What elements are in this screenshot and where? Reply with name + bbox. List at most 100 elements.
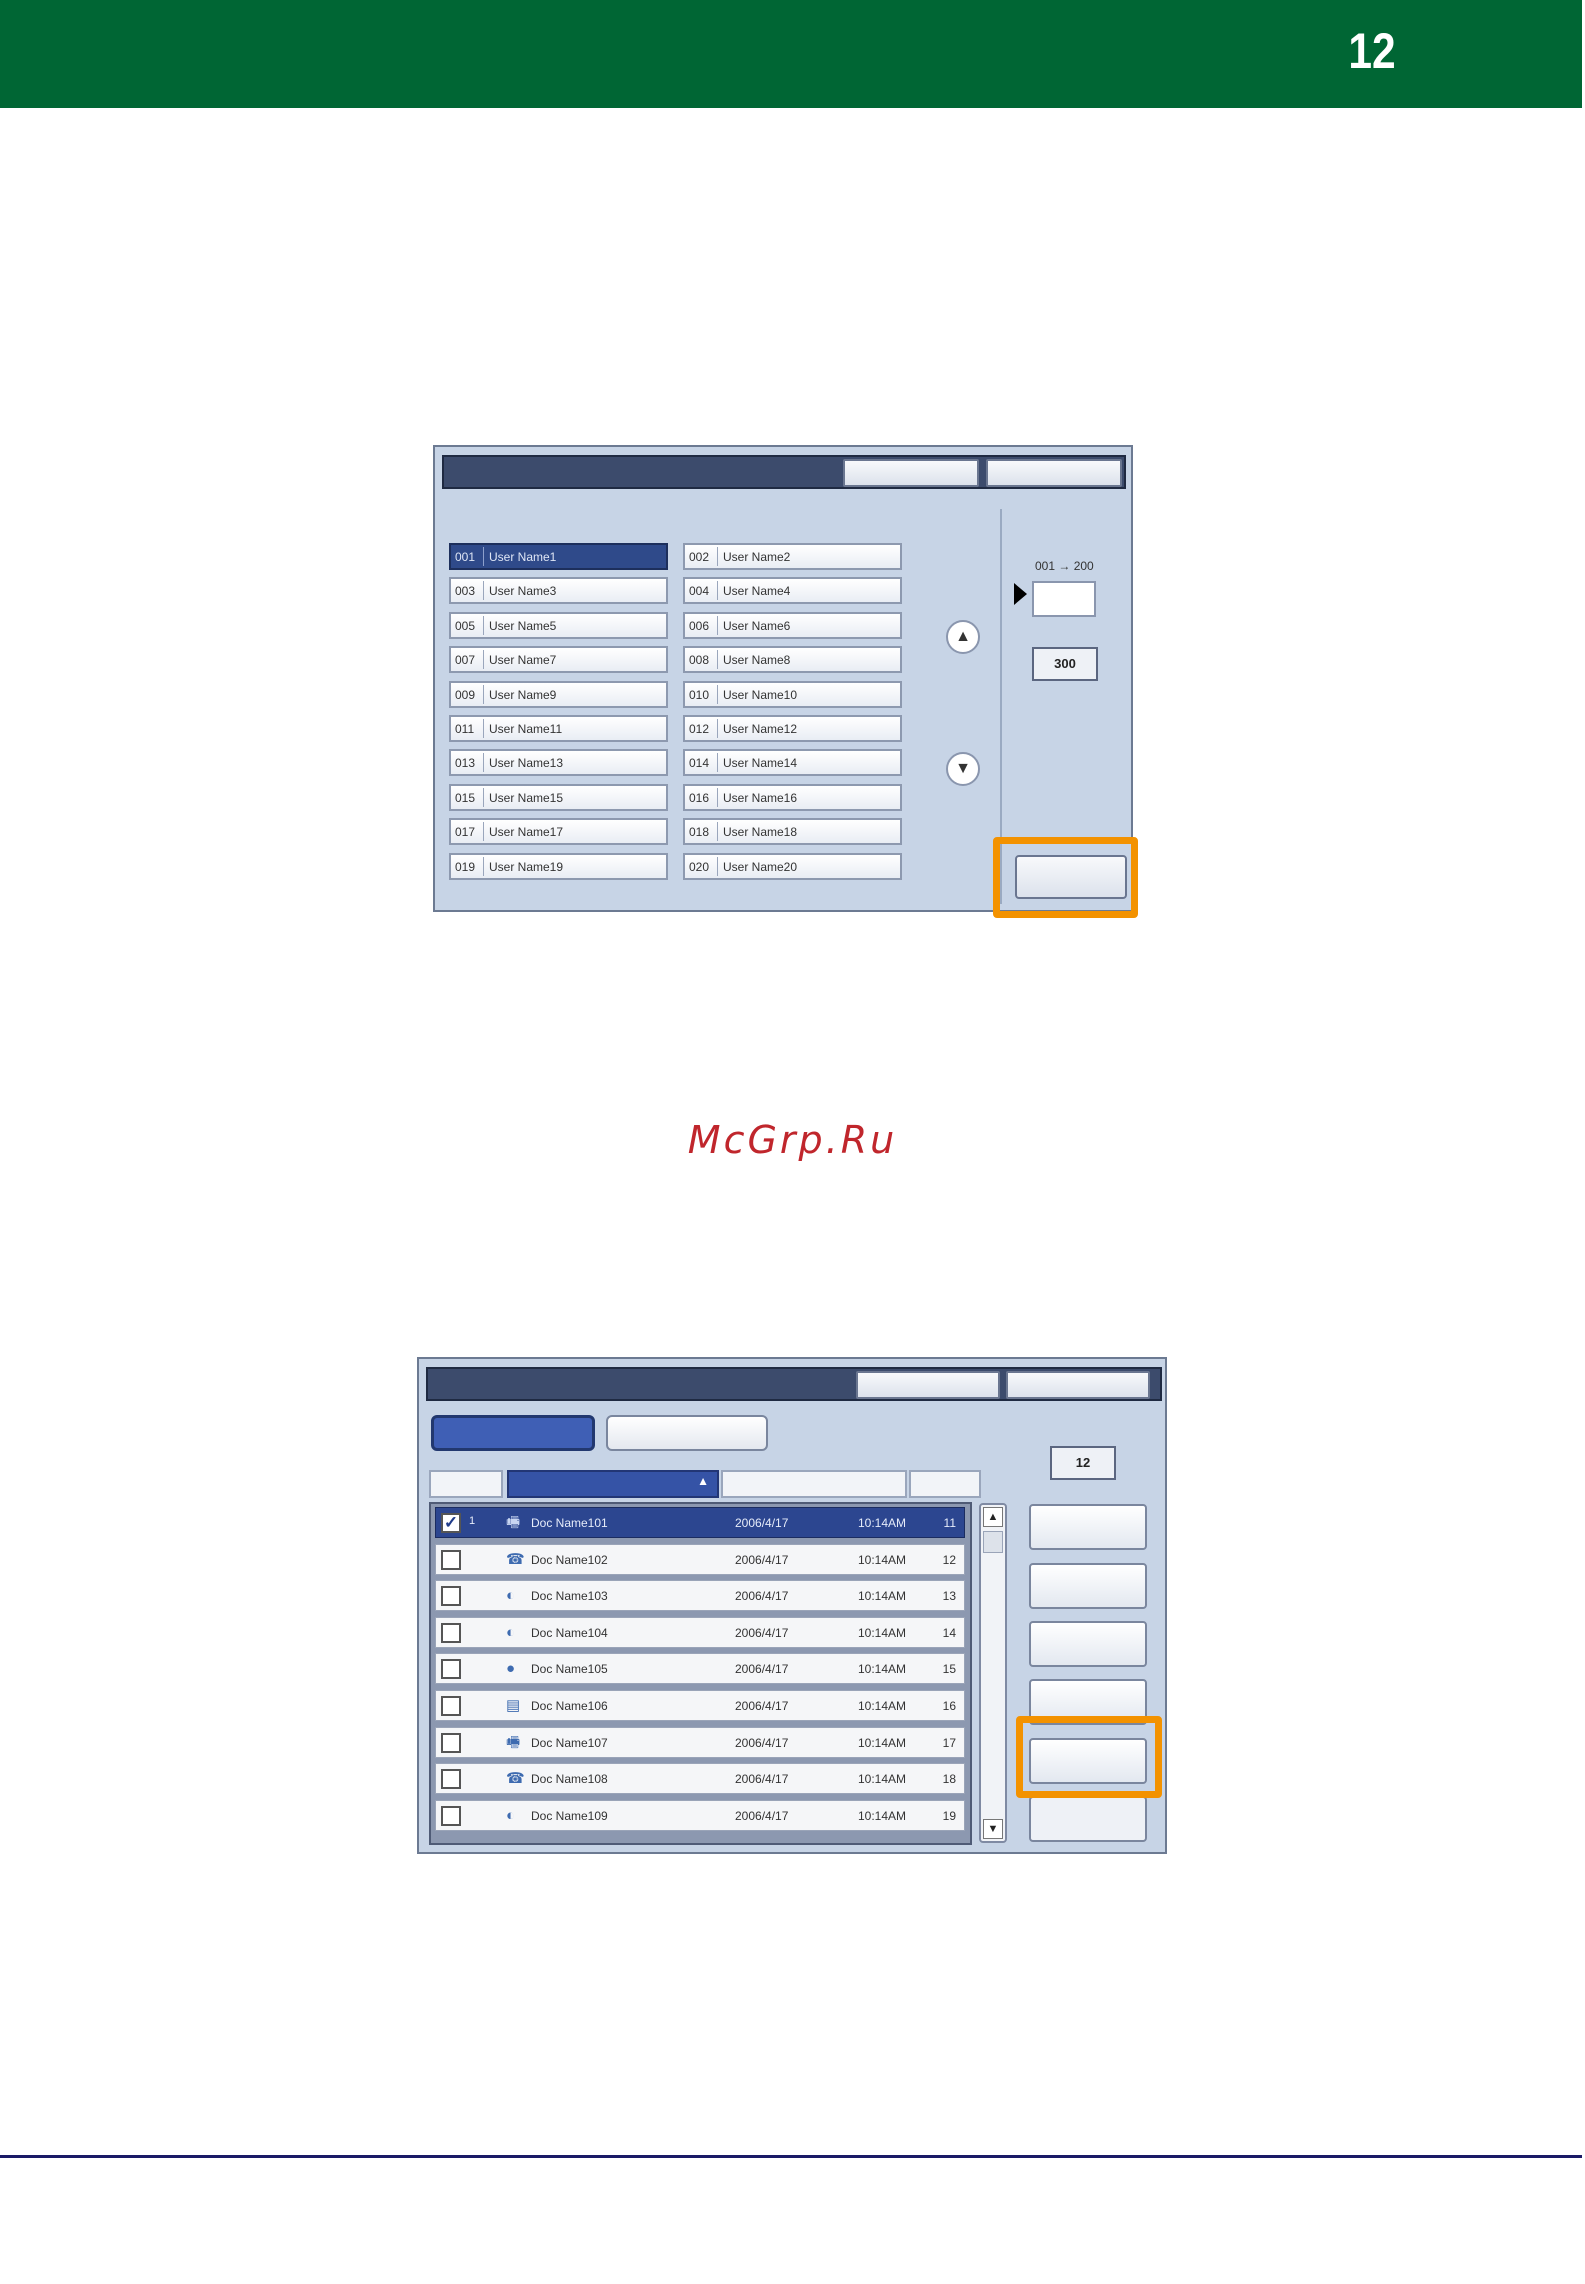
side-button-1[interactable] [1029,1504,1147,1550]
scroll-down-button[interactable]: ▼ [983,1819,1003,1839]
row-checkbox[interactable] [441,1805,461,1826]
title-button-2[interactable] [986,459,1122,487]
scroll-up-icon: ▲ [955,628,971,645]
user-entry-button[interactable]: 019 User Name19 [449,852,668,880]
row-checkbox[interactable] [441,1549,461,1570]
user-name: User Name13 [489,756,564,771]
user-name: User Name4 [723,584,791,599]
row-checkbox[interactable] [441,1769,461,1790]
row-checkbox[interactable] [441,1732,461,1753]
internet-fax-icon: ◐ [506,1587,516,1605]
cell-separator [483,650,484,670]
user-name: User Name8 [723,653,791,668]
footer-rule [0,2155,1582,2158]
row-checkbox[interactable] [441,1659,461,1680]
user-name: User Name20 [723,859,798,874]
scroll-up-button[interactable]: ▲ [983,1507,1003,1527]
user-entry-button[interactable]: 012 User Name12 [683,715,902,742]
user-name: User Name1 [489,550,557,564]
document-name: Doc Name102 [531,1552,608,1567]
tab-selected[interactable] [431,1415,595,1451]
document-time: 10:14AM [858,1772,907,1787]
document-row[interactable]: ☎ Doc Name102 2006/4/17 10:14AM 12 [435,1543,965,1575]
document-row[interactable]: ☎ Doc Name108 2006/4/17 10:14AM 18 [435,1763,965,1795]
document-row[interactable]: ● Doc Name105 2006/4/17 10:14AM 15 [435,1653,965,1685]
user-entry-button[interactable]: 013 User Name13 [449,749,668,777]
column-header-count[interactable] [909,1470,981,1498]
number-entry-field[interactable] [1032,581,1096,617]
user-entry-button[interactable]: 001 User Name1 [449,543,668,570]
document-row[interactable]: 🖷 Doc Name107 2006/4/17 10:14AM 17 [435,1726,965,1758]
column-header-date[interactable] [721,1470,907,1498]
user-entry-button[interactable]: 008 User Name8 [683,646,902,674]
document-name: Doc Name107 [531,1735,608,1750]
sort-ascending-icon: ▲ [697,1474,709,1488]
title-button-1[interactable] [843,459,979,487]
column-header-select[interactable] [429,1470,503,1498]
user-number: 013 [455,756,476,771]
scroll-down-icon: ▼ [987,1823,999,1835]
document-name: Doc Name101 [531,1516,608,1530]
user-entry-button[interactable]: 014 User Name14 [683,749,902,777]
user-entry-button[interactable]: 002 User Name2 [683,543,902,570]
user-number: 012 [689,722,710,736]
document-time: 10:14AM [858,1735,907,1750]
side-button-6[interactable] [1029,1796,1147,1842]
user-entry-button[interactable]: 007 User Name7 [449,646,668,674]
row-checkbox[interactable] [441,1696,461,1716]
user-number: 002 [689,550,710,564]
column-header-name-sorted[interactable]: ▲ [507,1470,719,1498]
user-entry-button[interactable]: 016 User Name16 [683,783,902,811]
document-row[interactable]: ◐ Doc Name103 2006/4/17 10:14AM 13 [435,1580,965,1612]
document-row[interactable]: ◐ Doc Name109 2006/4/17 10:14AM 19 [435,1799,965,1831]
document-row[interactable]: ✓ 1 🖷 Doc Name101 2006/4/17 10:14AM 11 [435,1507,965,1538]
side-button-3[interactable] [1029,1621,1147,1667]
list-scrollbar[interactable]: ▲ ▼ [979,1503,1007,1843]
scroll-up-icon: ▲ [987,1511,999,1523]
document-count-value: 12 [942,1552,956,1567]
document-time: 10:14AM [858,1589,907,1604]
user-entry-button[interactable]: 010 User Name10 [683,680,902,708]
fax-icon: 🖷 [506,1733,521,1751]
document-row[interactable]: ▤ Doc Name106 2006/4/17 10:14AM 16 [435,1690,965,1721]
document-count-value: 19 [942,1808,956,1823]
range-label: 001 → 200 [1035,559,1094,573]
user-entry-button[interactable]: 011 User Name11 [449,715,668,742]
cell-separator [717,547,718,566]
document-name: Doc Name108 [531,1772,608,1787]
user-entry-button[interactable]: 003 User Name3 [449,577,668,605]
user-number: 019 [455,859,476,874]
user-entry-button[interactable]: 005 User Name5 [449,611,668,639]
watermark: McGrp.Ru [687,1118,898,1162]
document-name: Doc Name109 [531,1808,608,1823]
user-entry-button[interactable]: 004 User Name4 [683,577,902,605]
scroll-down-button[interactable]: ▼ [946,752,980,786]
user-number: 009 [455,687,476,702]
cell-separator [483,615,484,635]
scroll-thumb[interactable] [983,1531,1003,1553]
user-entry-button[interactable]: 017 User Name17 [449,818,668,846]
row-checkbox[interactable]: ✓ [441,1513,461,1533]
document-date: 2006/4/17 [735,1516,789,1530]
row-checkbox[interactable] [441,1586,461,1607]
user-number: 005 [455,618,476,633]
user-entry-button[interactable]: 015 User Name15 [449,783,668,811]
user-entry-button[interactable]: 018 User Name18 [683,818,902,846]
cell-separator [717,684,718,704]
tab-unselected[interactable] [606,1415,768,1451]
row-checkbox[interactable] [441,1622,461,1643]
scroll-up-button[interactable]: ▲ [946,620,980,654]
title-button-1[interactable] [856,1371,1000,1399]
title-button-2[interactable] [1006,1371,1150,1399]
user-entry-button[interactable]: 006 User Name6 [683,611,902,639]
user-entry-button[interactable]: 020 User Name20 [683,852,902,880]
user-number: 016 [689,790,710,805]
user-name: User Name15 [489,790,564,805]
user-name: User Name7 [489,653,557,668]
document-count-value: 11 [943,1516,956,1530]
side-button-2[interactable] [1029,1563,1147,1609]
user-entry-button[interactable]: 009 User Name9 [449,680,668,708]
document-date: 2006/4/17 [735,1699,789,1713]
document-name: Doc Name103 [531,1589,608,1604]
document-row[interactable]: ◐ Doc Name104 2006/4/17 10:14AM 14 [435,1616,965,1648]
